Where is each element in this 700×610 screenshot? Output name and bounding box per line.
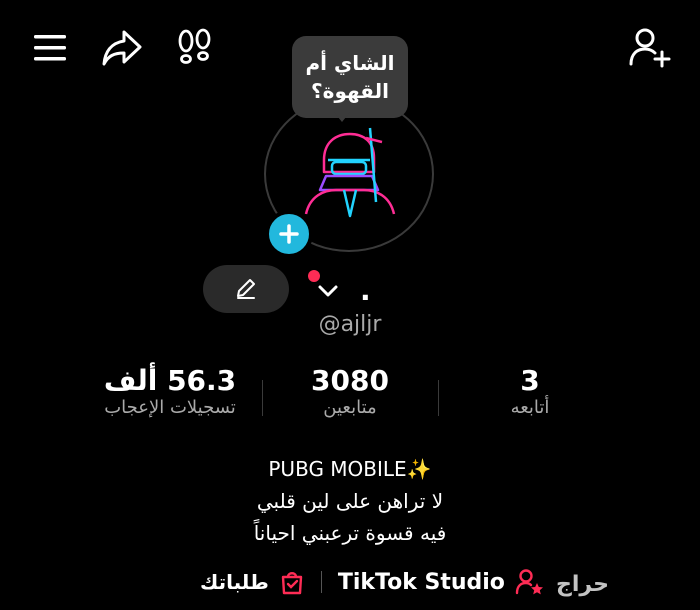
stat-following-label: أتابعه [510, 397, 550, 418]
note-bubble-text: الشاي أم القهوة؟ [305, 51, 395, 103]
creator-user-star-icon[interactable] [515, 568, 545, 596]
pencil-icon [237, 279, 255, 299]
stat-followers-value: 3080 [311, 364, 389, 397]
stat-likes-value: 56.3 ألف [103, 364, 237, 397]
username: @ajljr [318, 312, 382, 337]
watermark: حراج [556, 572, 609, 597]
bio-line-1: PUBG MOBILE✨ [268, 457, 432, 481]
bio-line-3: فيه قسوة ترعبني احياناً [253, 521, 447, 545]
note-bubble-tail [334, 112, 350, 122]
add-user-icon[interactable] [628, 26, 672, 70]
stat-likes[interactable]: 56.3 ألف تسجيلات الإعجاب [90, 364, 250, 418]
plus-icon [279, 224, 299, 244]
note-bubble[interactable]: الشاي أم القهوة؟ [292, 36, 408, 118]
edit-profile-button[interactable] [203, 265, 289, 313]
stat-divider [438, 380, 439, 416]
bio-line-2: لا تراهن على لين قلبي [256, 489, 444, 513]
shopping-bag-icon[interactable] [279, 569, 305, 595]
display-name: . [360, 274, 371, 307]
add-story-button[interactable] [265, 210, 313, 258]
stat-likes-label: تسجيلات الإعجاب [104, 397, 236, 418]
share-arrow-icon[interactable] [100, 28, 144, 68]
tiktok-studio-label[interactable]: TikTok Studio [338, 570, 505, 595]
orders-label[interactable]: طلباتك [200, 570, 269, 594]
stat-following[interactable]: 3 أتابعه [480, 364, 580, 418]
notification-dot [308, 270, 320, 282]
stat-followers[interactable]: 3080 متابعين [290, 364, 410, 418]
hamburger-menu-icon[interactable] [32, 32, 68, 64]
chevron-down-icon[interactable] [316, 282, 340, 300]
footprints-icon[interactable] [176, 28, 214, 68]
stat-divider [262, 380, 263, 416]
stat-following-value: 3 [520, 364, 540, 397]
profile-links: طلباتك TikTok Studio [200, 566, 545, 598]
stat-followers-label: متابعين [323, 397, 377, 418]
link-separator [320, 571, 322, 593]
